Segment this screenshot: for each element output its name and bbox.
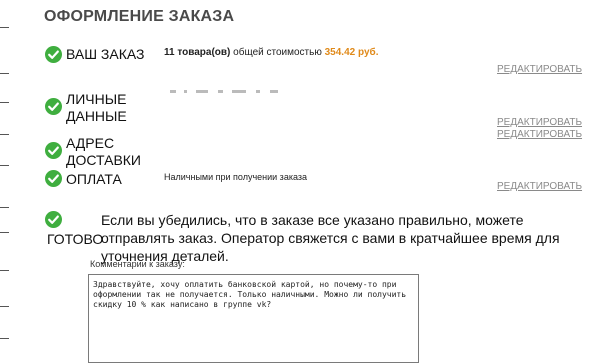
payment-method: Наличными при получении заказа: [164, 172, 307, 182]
step-label-personal-line1: ЛИЧНЫЕ: [66, 91, 127, 107]
check-icon: [45, 98, 62, 115]
order-total-text: общей стоимостью: [233, 47, 322, 58]
step-label-payment: ОПЛАТА: [66, 171, 122, 187]
step-label-address-line1: АДРЕС: [66, 135, 115, 151]
edit-address-link[interactable]: РЕДАКТИРОВАТЬ: [497, 129, 582, 140]
check-icon: [45, 46, 62, 63]
masked-personal-data: [170, 90, 282, 94]
page-title: ОФОРМЛЕНИЕ ЗАКАЗА: [44, 8, 235, 25]
comments-textarea[interactable]: Здравствуйте, хочу оплатить банковской к…: [88, 274, 419, 363]
check-icon: [45, 142, 62, 159]
step-label-order: ВАШ ЗАКАЗ: [66, 46, 145, 62]
step-label-personal-line2: ДАННЫЕ: [66, 108, 127, 124]
edit-personal-link[interactable]: РЕДАКТИРОВАТЬ: [497, 117, 582, 128]
check-icon: [45, 170, 62, 187]
step-label-ready: ГОТОВО: [47, 231, 104, 247]
left-edge-marks: [0, 0, 12, 364]
step-label-personal: ЛИЧНЫЕ ДАННЫЕ: [66, 91, 127, 125]
order-count: 11 товара(ов): [164, 47, 231, 58]
order-summary: 11 товара(ов) общей стоимостью 354.42 ру…: [164, 47, 378, 58]
comments-label: Комментарии к заказу:: [90, 259, 185, 269]
order-price: 354.42 руб.: [324, 47, 379, 58]
edit-payment-link[interactable]: РЕДАКТИРОВАТЬ: [497, 181, 582, 192]
edit-order-link[interactable]: РЕДАКТИРОВАТЬ: [497, 64, 582, 75]
step-label-address: АДРЕС ДОСТАВКИ: [66, 135, 141, 169]
check-icon: [45, 211, 62, 228]
step-label-address-line2: ДОСТАВКИ: [66, 152, 141, 168]
confirmation-text: Если вы убедились, что в заказе все указ…: [101, 212, 560, 264]
